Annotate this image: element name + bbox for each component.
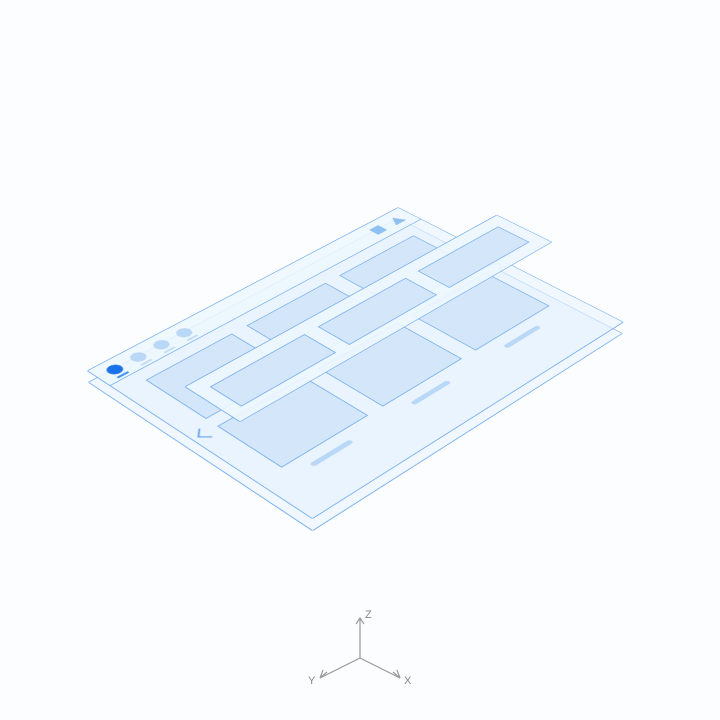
app-window <box>87 207 625 519</box>
square-tool-icon[interactable] <box>369 225 387 235</box>
avatar-icon[interactable] <box>127 350 150 363</box>
avatar-icon[interactable] <box>173 326 195 339</box>
axis-label-x: X <box>404 675 412 687</box>
triangle-tool-icon[interactable] <box>387 215 406 225</box>
chevron-right-icon[interactable] <box>488 263 502 270</box>
card-caption <box>410 380 451 405</box>
app-window-layer <box>87 207 625 519</box>
chevron-left-icon[interactable] <box>197 428 213 437</box>
card-caption <box>309 439 354 466</box>
axis-gizmo: Z X Y <box>300 608 420 688</box>
axis-label-y: Y <box>308 675 316 687</box>
avatar-icon[interactable] <box>103 362 126 375</box>
avatar-icon[interactable] <box>150 338 173 351</box>
axis-label-z: Z <box>365 609 372 621</box>
